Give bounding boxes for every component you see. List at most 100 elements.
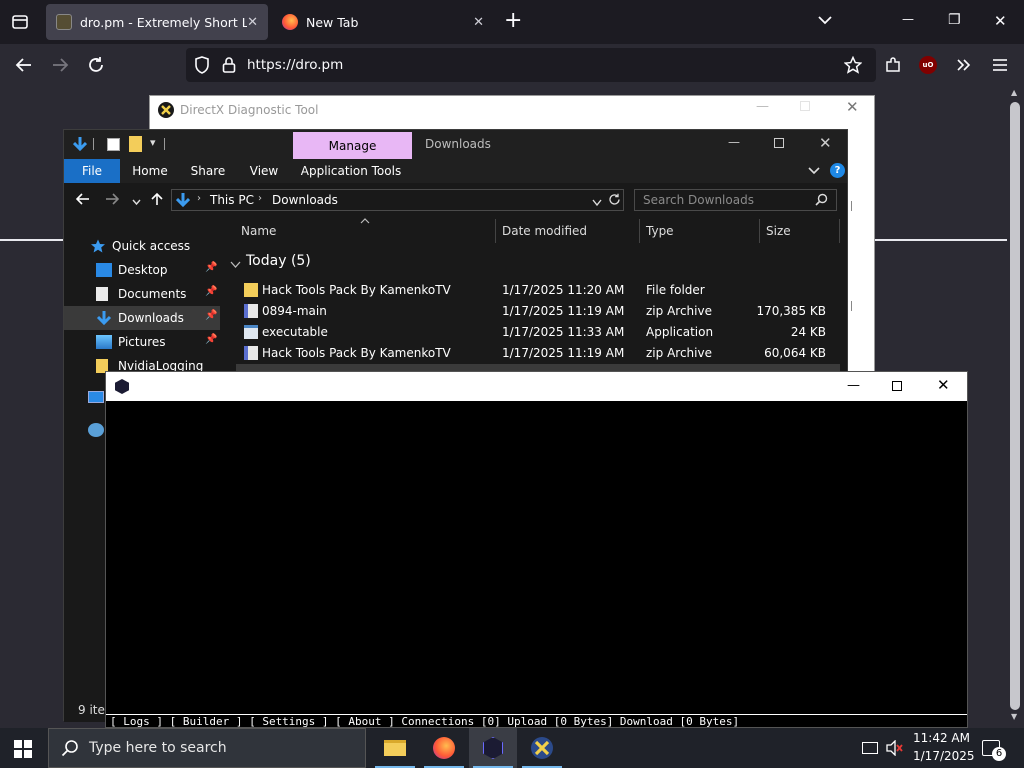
lock-icon[interactable]: [222, 56, 236, 77]
network-icon[interactable]: [88, 423, 104, 437]
refresh-icon[interactable]: [608, 193, 621, 209]
properties-check-icon[interactable]: [107, 138, 120, 151]
file-name: 0894-main: [262, 304, 327, 318]
nav-item-documents[interactable]: Documents 📌: [64, 282, 220, 306]
group-header-today[interactable]: Today (5): [246, 253, 311, 269]
taskbar-file-explorer[interactable]: [371, 728, 419, 768]
ribbon-tab-share[interactable]: Share: [180, 159, 236, 183]
pin-icon[interactable]: 📌: [205, 334, 217, 345]
column-header-size[interactable]: Size: [766, 224, 791, 238]
forward-arrow-icon[interactable]: [105, 193, 120, 208]
nav-item-pictures[interactable]: Pictures 📌: [64, 330, 220, 354]
column-header-date-modified[interactable]: Date modified: [502, 224, 587, 238]
taskbar-firefox[interactable]: [420, 728, 468, 768]
tab-dro-pm[interactable]: dro.pm - Extremely Short Links ✕: [46, 4, 268, 40]
scrollbar-thumb[interactable]: [1010, 102, 1020, 710]
ribbon-tab-file[interactable]: File: [64, 159, 120, 183]
address-bar[interactable]: › This PC › Downloads: [171, 189, 624, 211]
scroll-up-icon[interactable]: ▲: [1011, 88, 1017, 97]
new-folder-icon[interactable]: [129, 136, 142, 152]
console-close-icon[interactable]: ✕: [937, 376, 950, 394]
network-tray-icon[interactable]: [862, 742, 878, 754]
explorer-maximize-icon[interactable]: [774, 138, 784, 148]
console-status-bar[interactable]: [ Logs ] [ Builder ] [ Settings ] [ Abou…: [106, 714, 967, 728]
back-arrow-icon[interactable]: [75, 193, 90, 208]
close-window-button[interactable]: ✕: [994, 12, 1007, 30]
volume-muted-icon[interactable]: [886, 739, 904, 759]
nav-item-downloads[interactable]: Downloads 📌: [64, 306, 220, 330]
notification-count-badge: 6: [992, 747, 1006, 761]
column-header-type[interactable]: Type: [646, 224, 674, 238]
directx-close-icon[interactable]: ✕: [846, 98, 859, 116]
address-dropdown-icon[interactable]: [592, 196, 602, 210]
column-header-name[interactable]: Name: [241, 224, 276, 238]
manage-contextual-tab[interactable]: Manage: [293, 132, 412, 159]
console-maximize-icon[interactable]: [892, 381, 902, 391]
url-text[interactable]: https://dro.pm: [247, 57, 343, 73]
tab-overview-icon[interactable]: [10, 12, 30, 32]
nav-label: Quick access: [112, 239, 191, 253]
explorer-close-icon[interactable]: ✕: [819, 134, 832, 152]
up-arrow-icon[interactable]: [151, 192, 163, 209]
expand-ribbon-chevron-icon[interactable]: [808, 165, 820, 179]
this-pc-icon[interactable]: [88, 391, 104, 403]
file-row[interactable]: Hack Tools Pack By KamenkoTV 1/17/2025 1…: [236, 343, 840, 364]
ribbon-tab-view[interactable]: View: [240, 159, 288, 183]
column-divider: [839, 219, 840, 243]
windows-start-icon[interactable]: [14, 740, 32, 758]
directx-panel-edge: [848, 301, 852, 311]
ribbon-tab-application-tools[interactable]: Application Tools: [298, 159, 404, 183]
ribbon-tab-home[interactable]: Home: [124, 159, 176, 183]
reload-button[interactable]: [83, 52, 109, 78]
new-tab-button[interactable]: +: [504, 8, 522, 33]
bookmark-star-icon[interactable]: [840, 52, 866, 78]
list-all-tabs-icon[interactable]: [817, 14, 833, 29]
clock-time[interactable]: 11:42 AM: [913, 731, 970, 745]
breadcrumb-downloads[interactable]: Downloads: [272, 193, 338, 207]
pin-icon[interactable]: 📌: [205, 286, 217, 297]
directx-maximize-icon[interactable]: [800, 101, 810, 111]
pin-icon[interactable]: 📌: [205, 310, 217, 321]
back-button[interactable]: [11, 52, 37, 78]
tab-close-icon[interactable]: ✕: [247, 15, 258, 30]
console-window[interactable]: — ✕ [ Logs ] [ Builder ] [ Settings ] [ …: [105, 371, 968, 728]
more-tools-chevron-icon[interactable]: [951, 52, 977, 78]
taskbar-search-box[interactable]: Type here to search: [48, 728, 366, 768]
nav-label: Downloads: [118, 311, 184, 325]
console-minimize-icon[interactable]: —: [847, 378, 860, 393]
forward-button[interactable]: [47, 52, 73, 78]
file-row[interactable]: Hack Tools Pack By KamenkoTV 1/17/2025 1…: [236, 280, 840, 301]
file-row[interactable]: 0894-main 1/17/2025 11:19 AM zip Archive…: [236, 301, 840, 322]
quick-access-download-icon[interactable]: [72, 136, 88, 155]
explorer-title-bar[interactable]: ▾ Manage Downloads — ✕: [64, 130, 847, 159]
taskbar-console-app[interactable]: [469, 728, 517, 768]
console-title-bar[interactable]: — ✕: [106, 372, 967, 401]
url-bar[interactable]: https://dro.pm: [186, 48, 876, 82]
help-icon[interactable]: ?: [830, 163, 845, 178]
clock-date[interactable]: 1/17/2025: [913, 749, 975, 763]
group-collapse-chevron-icon[interactable]: [230, 258, 241, 272]
directx-minimize-icon[interactable]: —: [756, 99, 769, 114]
directx-icon: [531, 737, 553, 759]
pin-icon[interactable]: 📌: [205, 262, 217, 273]
nav-item-desktop[interactable]: Desktop 📌: [64, 258, 220, 282]
file-type: Application: [646, 325, 714, 339]
explorer-minimize-icon[interactable]: —: [728, 135, 740, 149]
ublock-origin-icon[interactable]: uO: [919, 56, 937, 74]
file-row[interactable]: executable 1/17/2025 11:33 AM Applicatio…: [236, 322, 840, 343]
recent-locations-chevron-icon[interactable]: [132, 195, 141, 209]
windows-taskbar: Type here to search 11:42 AM 1/17/2025 6: [0, 728, 1024, 768]
tab-new-tab[interactable]: New Tab ✕: [272, 4, 494, 40]
scroll-down-icon[interactable]: ▼: [1011, 712, 1017, 721]
hamburger-menu-icon[interactable]: [987, 52, 1013, 78]
minimize-button[interactable]: —: [902, 12, 914, 26]
shield-icon[interactable]: [194, 56, 210, 77]
maximize-button[interactable]: ❐: [948, 12, 961, 28]
search-box[interactable]: Search Downloads: [634, 189, 837, 211]
customize-quick-access-icon[interactable]: ▾: [150, 136, 156, 149]
tab-close-icon[interactable]: ✕: [473, 15, 484, 30]
nav-item-quick-access[interactable]: Quick access: [64, 234, 220, 258]
extensions-icon[interactable]: [880, 52, 906, 78]
breadcrumb-this-pc[interactable]: This PC: [210, 193, 254, 207]
taskbar-directx[interactable]: [518, 728, 566, 768]
